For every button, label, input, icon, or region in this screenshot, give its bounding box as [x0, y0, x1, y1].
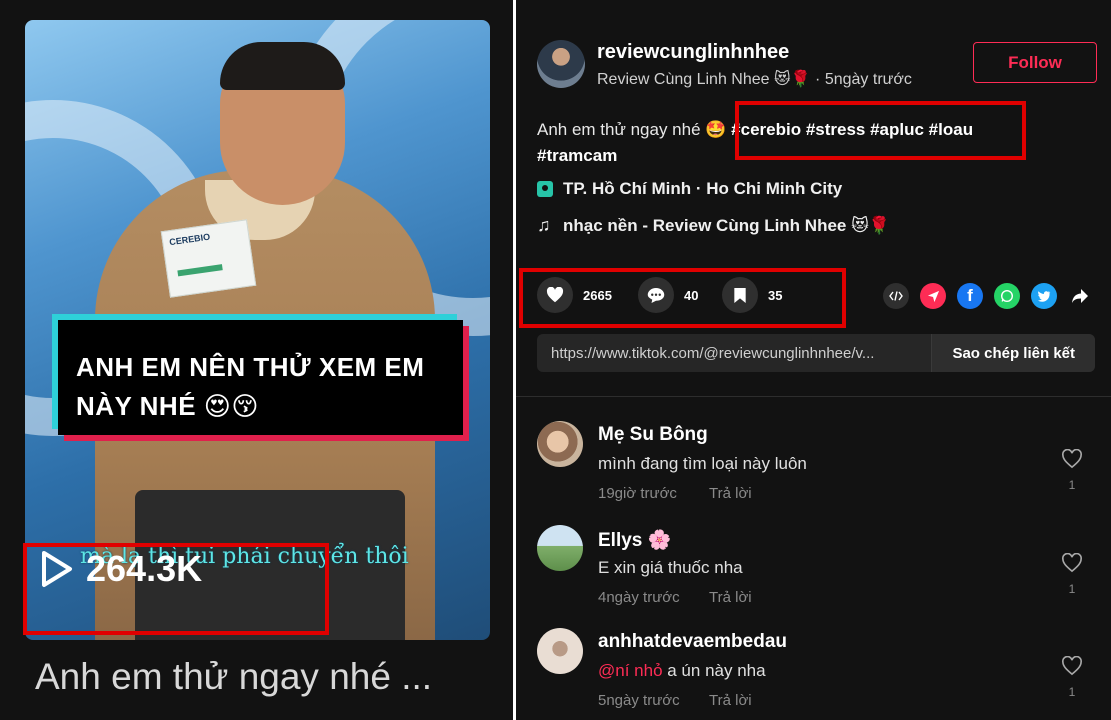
- comment-like[interactable]: 1: [1060, 552, 1084, 596]
- comment-time: 19giờ trước: [598, 485, 677, 502]
- share-arrow-icon[interactable]: [1067, 283, 1093, 309]
- comment-text: mình đang tìm loại này luôn: [598, 454, 807, 473]
- author-meta: Review Cùng Linh Nhee 😻🌹 · 5ngày trước: [597, 69, 912, 89]
- comment-text: @ní nhỏ a ún này nha: [598, 661, 766, 681]
- reply-button[interactable]: Trả lời: [709, 485, 752, 502]
- comment-like[interactable]: 1: [1060, 655, 1084, 699]
- copy-link-button[interactable]: Sao chép liên kết: [931, 334, 1095, 372]
- heart-outline-icon[interactable]: [1061, 552, 1083, 573]
- whatsapp-icon[interactable]: [994, 283, 1020, 309]
- music-text: nhạc nền - Review Cùng Linh Nhee 😻🌹: [563, 215, 890, 235]
- author-avatar[interactable]: [537, 40, 585, 88]
- share-link-box: https://www.tiktok.com/@reviewcunglinhnh…: [537, 334, 1095, 372]
- comment-like[interactable]: 1: [1060, 448, 1084, 492]
- product-stripe: [177, 264, 223, 277]
- commenter-name[interactable]: anhhatdevaembedau: [598, 631, 787, 653]
- comment-item: Mẹ Su Bông mình đang tìm loại này luôn 1…: [537, 421, 1097, 511]
- author-username[interactable]: reviewcunglinhnhee: [597, 41, 789, 64]
- commenter-avatar[interactable]: [537, 421, 583, 467]
- author-display-name[interactable]: Review Cùng Linh Nhee 😻🌹: [597, 71, 811, 88]
- highlight-box-stats: [519, 268, 846, 328]
- commenter-avatar[interactable]: [537, 525, 583, 571]
- comment-mention[interactable]: @ní nhỏ: [598, 661, 663, 680]
- facebook-icon[interactable]: f: [957, 283, 983, 309]
- comment-time: 5ngày trước: [598, 692, 680, 709]
- comment-time: 4ngày trước: [598, 589, 680, 606]
- video-caption: ANH EM NÊN THỬ XEM EM NÀY NHÉ 😍😚: [76, 352, 425, 421]
- music-row[interactable]: ♫ nhạc nền - Review Cùng Linh Nhee 😻🌹: [537, 215, 890, 236]
- reply-button[interactable]: Trả lời: [709, 692, 752, 709]
- music-note-icon: ♫: [537, 215, 551, 235]
- location-pin-icon: [537, 181, 553, 197]
- comment-item: Ellys 🌸 E xin giá thuốc nha 4ngày trước …: [537, 525, 1097, 615]
- hashtag-tramcam[interactable]: #tramcam: [537, 146, 617, 165]
- video-title[interactable]: Anh em thử ngay nhé ...: [35, 656, 432, 698]
- twitter-icon[interactable]: [1031, 283, 1057, 309]
- comment-like-count: 1: [1068, 685, 1076, 699]
- person-hair: [220, 42, 345, 90]
- commenter-avatar[interactable]: [537, 628, 583, 674]
- product-logo: CEREBIO: [168, 231, 211, 248]
- product-box: CEREBIO: [160, 219, 257, 298]
- share-link-url[interactable]: https://www.tiktok.com/@reviewcunglinhnh…: [537, 345, 931, 362]
- video-caption-box: ANH EM NÊN THỬ XEM EM NÀY NHÉ 😍😚: [58, 320, 463, 435]
- comment-item: anhhatdevaembedau @ní nhỏ a ún này nha 5…: [537, 628, 1097, 718]
- video-panel: CEREBIO ANH EM NÊN THỬ XEM EM NÀY NHÉ 😍😚…: [0, 0, 513, 720]
- comment-text: E xin giá thuốc nha: [598, 558, 743, 577]
- heart-outline-icon[interactable]: [1061, 448, 1083, 469]
- heart-outline-icon[interactable]: [1061, 655, 1083, 676]
- details-panel: reviewcunglinhnhee Review Cùng Linh Nhee…: [516, 0, 1111, 720]
- comment-like-count: 1: [1068, 582, 1076, 596]
- embed-code-icon[interactable]: [883, 283, 909, 309]
- location-text: TP. Hồ Chí Minh · Ho Chi Minh City: [563, 179, 843, 198]
- comment-like-count: 1: [1068, 478, 1076, 492]
- comments-divider: [516, 396, 1111, 397]
- post-time: 5ngày trước: [824, 71, 912, 88]
- meta-separator: ·: [815, 71, 825, 88]
- highlight-box-views: [23, 543, 329, 635]
- location-row[interactable]: TP. Hồ Chí Minh · Ho Chi Minh City: [537, 179, 842, 199]
- follow-button[interactable]: Follow: [973, 42, 1097, 83]
- description-text: Anh em thử ngay nhé 🤩: [537, 120, 727, 139]
- comment-text-body: a ún này nha: [662, 661, 766, 680]
- send-icon[interactable]: [920, 283, 946, 309]
- reply-button[interactable]: Trả lời: [709, 589, 752, 606]
- commenter-name[interactable]: Ellys 🌸: [598, 528, 671, 552]
- highlight-box-hashtags: [735, 101, 1026, 160]
- commenter-name[interactable]: Mẹ Su Bông: [598, 424, 708, 446]
